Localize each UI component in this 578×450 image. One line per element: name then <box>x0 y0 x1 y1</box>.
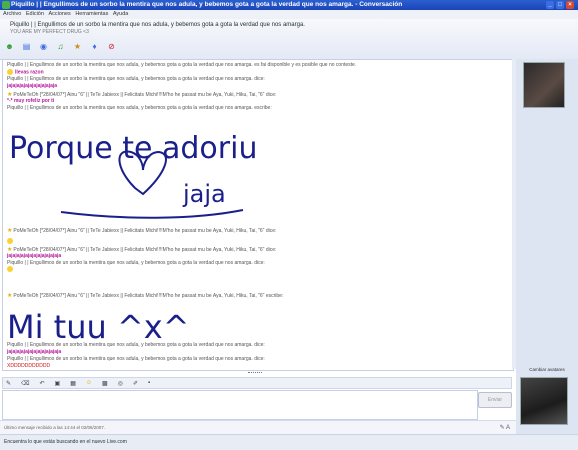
eraser-icon[interactable]: ⌫ <box>21 380 29 387</box>
emoticon-icon[interactable]: ☺ <box>86 380 92 386</box>
ink-line-3: Mi tuu ^x^ <box>7 308 190 346</box>
ink-line-2: jaja <box>182 180 226 208</box>
list-item: Piquillo | | Engullimos de un sorbo la m… <box>7 356 265 362</box>
send-button[interactable]: Enviar <box>478 392 512 408</box>
messenger-icon <box>2 1 10 9</box>
ink-line-1: Porque te adoriu <box>9 131 257 166</box>
list-item <box>7 238 15 244</box>
star-icon: ★ <box>7 228 13 234</box>
title-bar: Piquillo | | Engullimos de un sorbo la m… <box>0 0 578 10</box>
list-item: jajajajajajajajajajajajaja <box>7 349 62 355</box>
ad-banner[interactable]: Encuentra lo que estás buscando en el nu… <box>0 434 578 450</box>
contact-name: Piquillo | | Engullimos de un sorbo la m… <box>10 22 305 28</box>
list-item: Piquillo | | Engullimos de un sorbo la m… <box>7 342 265 348</box>
list-item: Piquillo | | Engullimos de un sorbo la m… <box>7 260 265 266</box>
invite-contact-icon[interactable]: ☻ <box>4 41 15 52</box>
conversation-history[interactable]: Piquillo | | Engullimos de un sorbo la m… <box>2 59 514 371</box>
handwriting-ink: Porque te adoriu jaja Mi tuu ^x^ <box>7 131 257 346</box>
message-input[interactable] <box>2 390 478 420</box>
pen-icon[interactable]: ✎ <box>6 380 11 387</box>
conversation-header: Piquillo | | Engullimos de un sorbo la m… <box>0 19 578 60</box>
menu-herramientas[interactable]: Herramientas <box>75 11 108 17</box>
splitter-grip[interactable] <box>248 372 262 375</box>
underline-stroke <box>60 209 244 219</box>
undo-icon[interactable]: ↶ <box>40 380 45 387</box>
send-files-icon[interactable]: ▤ <box>21 41 32 52</box>
status-bar: Último mensaje recibido a las 14:44 el 0… <box>0 420 516 435</box>
list-item: jajajajajajajajajajajajaja <box>7 253 62 259</box>
audio-icon[interactable]: ♫ <box>55 41 66 52</box>
laugh-emoticon-icon <box>7 266 13 272</box>
minimize-button[interactable]: _ <box>546 1 554 9</box>
wink-icon[interactable]: ▩ <box>102 380 108 387</box>
change-avatar-link[interactable]: Cambiar avatares <box>517 367 577 372</box>
contact-avatar[interactable] <box>523 62 565 108</box>
games-icon[interactable]: ♦ <box>89 41 100 52</box>
ink-tool-icon[interactable]: ✐ <box>133 380 138 387</box>
list-item: ★PoMeTeOh [*28/04/07*] Ainu "6" || TeTe … <box>7 247 277 253</box>
background-icon[interactable]: ▦ <box>70 380 76 387</box>
list-item: ★PoMeTeOh [*28/04/07*] Ainu "6" || TeTe … <box>7 228 277 234</box>
ink-color-icon[interactable]: ▪ <box>148 380 150 386</box>
menu-archivo[interactable]: Archivo <box>3 11 21 17</box>
format-toolbar: ✎ ⌫ ↶ ▣ ▦ ☺ ▩ ◎ ✐ ▪ <box>2 377 512 389</box>
ad-text[interactable]: Encuentra lo que estás buscando en el nu… <box>4 439 127 445</box>
list-item <box>7 266 15 272</box>
action-toolbar: ☻ ▤ ◉ ♫ ★ ♦ ⊘ <box>4 41 117 53</box>
my-avatar[interactable] <box>520 377 568 425</box>
maximize-button[interactable]: □ <box>556 1 564 9</box>
menu-edicion[interactable]: Edición <box>26 11 44 17</box>
nudge-icon[interactable]: ◎ <box>118 380 123 387</box>
close-button[interactable]: × <box>566 1 574 9</box>
menu-bar: Archivo Edición Acciones Herramientas Ay… <box>0 10 578 19</box>
last-message-status: Último mensaje recibido a las 14:44 el 0… <box>4 425 106 430</box>
contact-personal-message: YOU ARE MY PERFECT DRUG <3 <box>10 29 89 35</box>
window-title: Piquillo | | Engullimos de un sorbo la m… <box>11 1 403 8</box>
smiley-icon <box>7 238 13 244</box>
star-icon: ★ <box>7 293 13 299</box>
list-item: ★PoMeTeOh [*28/04/07*] Ainu "6" || TeTe … <box>7 293 284 299</box>
menu-ayuda[interactable]: Ayuda <box>113 11 129 17</box>
webcam-icon[interactable]: ◉ <box>38 41 49 52</box>
activities-icon[interactable]: ★ <box>72 41 83 52</box>
list-item: XDDDDDDDDDDD <box>7 363 51 369</box>
block-contact-icon[interactable]: ⊘ <box>106 41 117 52</box>
color-icon[interactable]: ▣ <box>55 380 61 387</box>
handwriting-mode-icon[interactable]: ✎ A <box>500 424 510 431</box>
menu-acciones[interactable]: Acciones <box>48 11 70 17</box>
